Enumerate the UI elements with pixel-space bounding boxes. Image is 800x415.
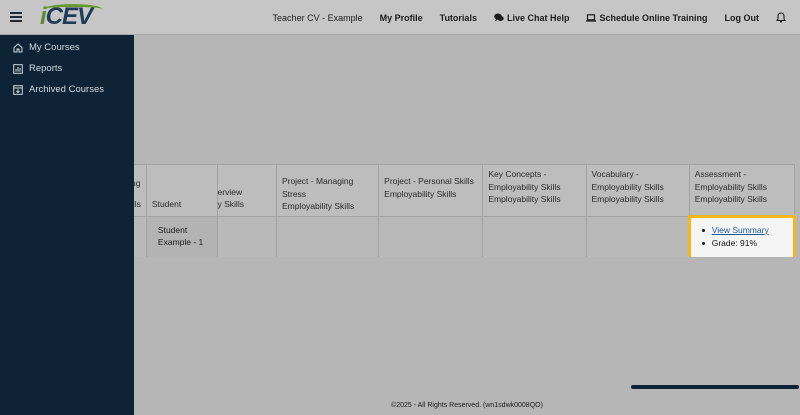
- column-header[interactable]: Project - Personal Skills Employability …: [378, 164, 484, 217]
- grades-table-container[interactable]: ng ills Student erview y Skills Project …: [134, 164, 800, 257]
- grades-table: ng ills Student erview y Skills Project …: [134, 164, 797, 257]
- sidebar: My Courses Reports Archived Courses: [0, 35, 134, 415]
- table-cell: [275, 215, 380, 257]
- table-cell: [378, 215, 484, 257]
- my-profile-link[interactable]: My Profile: [380, 13, 423, 23]
- sidebar-item-reports[interactable]: Reports: [0, 58, 134, 79]
- table-cell: [482, 215, 587, 257]
- column-header[interactable]: erview y Skills: [216, 164, 277, 217]
- table-row: Student Example - 1 View Summary Grade: …: [134, 214, 797, 257]
- grade-list: View Summary Grade: 91%: [696, 224, 788, 250]
- column-header[interactable]: Key Concepts - Employability Skills Empl…: [482, 164, 587, 217]
- archive-icon: [13, 84, 23, 95]
- table-cell: [134, 215, 147, 257]
- tutorials-link[interactable]: Tutorials: [440, 13, 477, 23]
- column-header[interactable]: Vocabulary - Employability Skills Employ…: [585, 164, 690, 217]
- column-header[interactable]: Project - Managing Stress Employability …: [275, 164, 380, 217]
- view-summary-link[interactable]: View Summary: [712, 225, 769, 235]
- top-nav: Teacher CV - Example My Profile Tutorial…: [273, 0, 786, 35]
- hamburger-menu-icon[interactable]: [10, 12, 22, 22]
- logout-link[interactable]: Log Out: [725, 13, 760, 23]
- top-bar: iCEV Teacher CV - Example My Profile Tut…: [0, 0, 800, 35]
- table-cell: [585, 215, 690, 257]
- home-icon: [13, 42, 23, 52]
- list-item: View Summary: [696, 224, 788, 237]
- bell-icon[interactable]: [776, 12, 786, 23]
- chat-bubbles-icon: [494, 13, 504, 22]
- grade-value: Grade: 91%: [696, 237, 788, 250]
- icev-logo[interactable]: iCEV: [40, 3, 102, 31]
- column-header-student[interactable]: Student: [145, 164, 218, 217]
- live-chat-link[interactable]: Live Chat Help: [494, 13, 569, 23]
- column-header[interactable]: Assessment - Employability Skills Employ…: [688, 164, 796, 217]
- sidebar-item-my-courses[interactable]: My Courses: [0, 37, 134, 58]
- sidebar-item-archived-courses[interactable]: Archived Courses: [0, 79, 134, 100]
- column-header[interactable]: ng ills: [134, 164, 147, 217]
- chart-icon: [13, 63, 23, 74]
- build-code: (wn1sdwk0008QO): [483, 402, 543, 409]
- schedule-training-link[interactable]: Schedule Online Training: [586, 13, 708, 23]
- horizontal-scrollbar[interactable]: [631, 385, 799, 389]
- student-name-cell: Student Example - 1: [145, 215, 218, 257]
- user-name: Teacher CV - Example: [272, 12, 363, 23]
- footer: ©2025 - All Rights Reserved. (wn1sdwk000…: [0, 402, 800, 409]
- laptop-icon: [586, 13, 597, 22]
- table-header-row: ng ills Student erview y Skills Project …: [134, 164, 796, 217]
- table-cell: [216, 215, 277, 257]
- assessment-grade-cell: View Summary Grade: 91%: [687, 214, 797, 257]
- copyright-text: ©2025 - All Rights Reserved.: [391, 402, 482, 409]
